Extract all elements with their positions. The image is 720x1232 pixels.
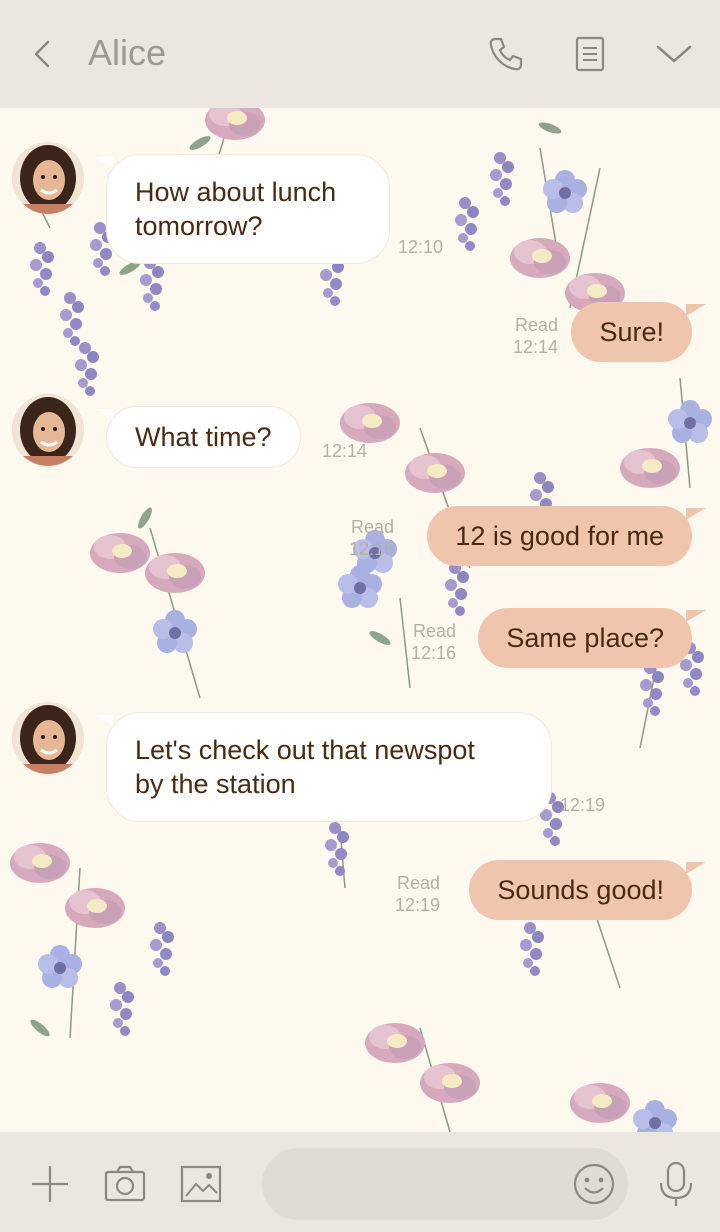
phone-icon: [489, 37, 523, 71]
smiley-icon: [573, 1163, 615, 1205]
message-bubble-incoming[interactable]: Let's check out that newspot by the stat…: [95, 712, 552, 822]
avatar-photo: [12, 702, 84, 774]
message-bubble-outgoing[interactable]: Sounds good!: [469, 860, 706, 920]
chat-title: Alice: [88, 32, 167, 73]
plus-icon: [32, 1166, 68, 1202]
chevron-down-icon: [656, 45, 692, 63]
message-text: Sounds good!: [497, 875, 664, 905]
message-text: Sure!: [599, 317, 664, 347]
back-button[interactable]: [26, 36, 60, 72]
back-arrow-icon: [34, 40, 50, 68]
message-text: Same place?: [506, 623, 664, 653]
message-bubble-incoming[interactable]: What time?: [95, 406, 301, 468]
camera-button[interactable]: [103, 1162, 147, 1206]
message-time: 12:14: [512, 337, 558, 357]
contact-avatar[interactable]: [12, 142, 84, 214]
read-receipt: Read 12:16: [400, 620, 456, 664]
message-text: 12 is good for me: [455, 521, 664, 551]
chat-area[interactable]: How about lunch tomorrow? 12:10 Read 12:…: [0, 108, 720, 1132]
message-bubble-incoming[interactable]: How about lunch tomorrow?: [95, 154, 390, 264]
call-button[interactable]: [486, 34, 526, 74]
contact-avatar[interactable]: [12, 394, 84, 466]
message-bubble-outgoing[interactable]: 12 is good for me: [427, 506, 706, 566]
message-input-bar: [0, 1132, 720, 1232]
message-text-line: by the station: [135, 769, 296, 799]
avatar-photo: [12, 142, 84, 214]
message-time: 12:19: [560, 795, 606, 815]
camera-icon: [104, 1165, 146, 1202]
message-time: 12:14: [322, 441, 368, 461]
microphone-icon: [659, 1161, 693, 1206]
message-bubble-outgoing[interactable]: Same place?: [478, 608, 706, 668]
read-label: Read: [396, 873, 440, 893]
gallery-button[interactable]: [179, 1162, 223, 1206]
message-time: 12:16: [410, 643, 456, 663]
message-time: 12:16: [348, 539, 394, 559]
contact-avatar[interactable]: [12, 702, 84, 774]
read-receipt: Read 12:14: [502, 314, 558, 358]
emoji-button[interactable]: [572, 1162, 616, 1206]
message-time: 12:19: [394, 895, 440, 915]
voice-input-button[interactable]: [654, 1160, 698, 1208]
image-icon: [180, 1165, 222, 1203]
message-time: 12:10: [398, 237, 444, 257]
avatar-photo: [12, 394, 84, 466]
message-text-line: tomorrow?: [135, 211, 263, 241]
notes-button[interactable]: [570, 34, 610, 74]
read-receipt: Read 12:16: [338, 516, 394, 560]
message-text-line: How about lunch: [135, 177, 337, 207]
menu-toggle-button[interactable]: [654, 34, 694, 74]
add-attachment-button[interactable]: [28, 1162, 72, 1206]
chat-header: Alice: [0, 0, 720, 108]
note-icon: [575, 36, 605, 72]
message-text: What time?: [135, 422, 272, 452]
message-bubble-outgoing[interactable]: Sure!: [571, 302, 706, 362]
read-label: Read: [350, 517, 394, 537]
message-text-line: Let's check out that newspot: [135, 735, 475, 765]
read-label: Read: [412, 621, 456, 641]
read-label: Read: [514, 315, 558, 335]
read-receipt: Read 12:19: [384, 872, 440, 916]
